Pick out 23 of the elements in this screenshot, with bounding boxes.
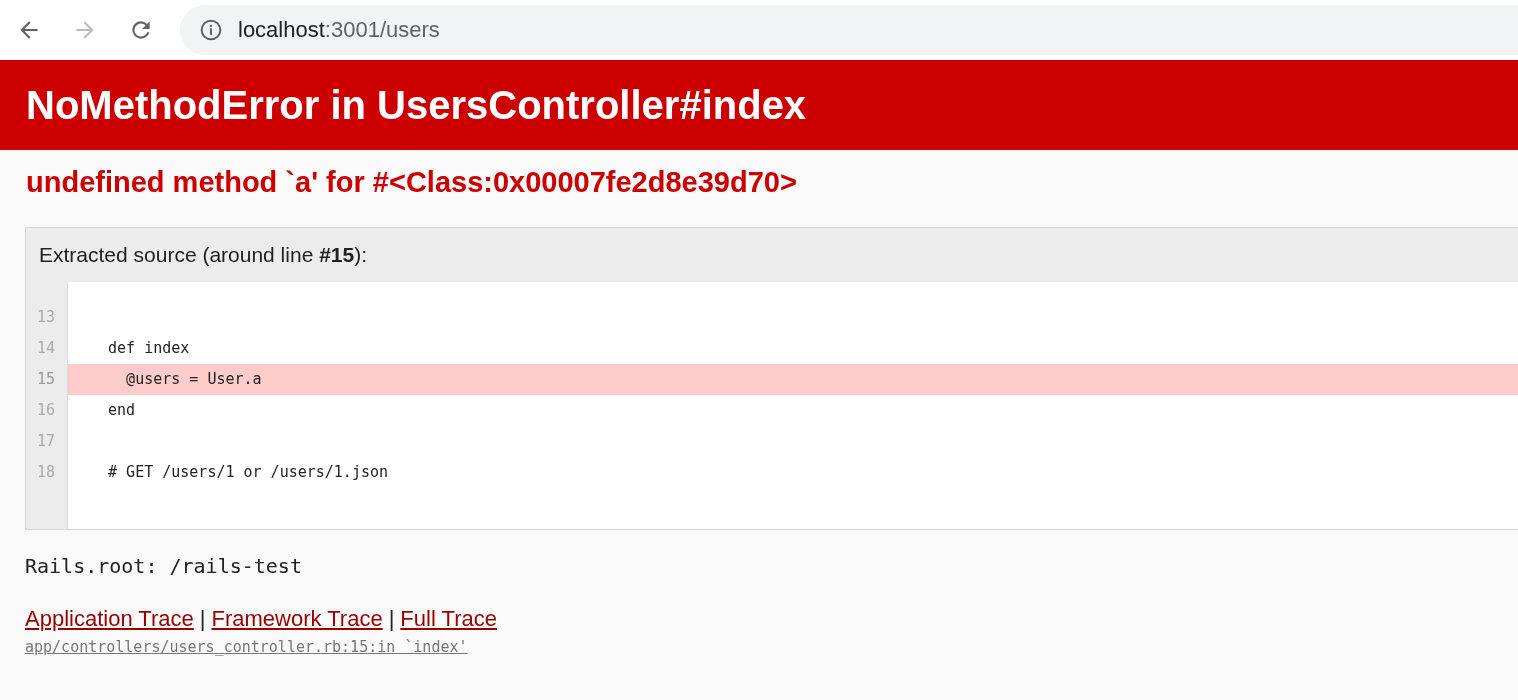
error-title: NoMethodError in UsersController#index <box>26 82 807 128</box>
source-title: Extracted source (around line #15): <box>39 243 368 267</box>
address-bar[interactable]: localhost:3001/users <box>180 5 1518 55</box>
code-line: end <box>107 400 137 421</box>
line-number: 15 <box>35 369 56 390</box>
error-message: undefined method `a' for #<Class:0x00007fe2d8e39d70> <box>25 165 798 200</box>
line-number: 13 <box>35 307 56 328</box>
line-number: 17 <box>35 431 56 452</box>
trace-link[interactable]: Application Trace <box>25 606 194 632</box>
trace-link[interactable]: Full Trace <box>400 606 497 632</box>
separator: | <box>199 606 206 632</box>
url-path: :3001/users <box>324 17 440 43</box>
line-number: 18 <box>35 462 56 483</box>
line-number: 16 <box>35 400 56 421</box>
rails-root: Rails.root: /rails-test <box>25 554 303 578</box>
code-line: def index <box>107 338 191 359</box>
url-host: localhost <box>238 17 325 43</box>
trace-line-link[interactable]: app/controllers/users_controller.rb:15:in `index' <box>25 638 468 656</box>
info-icon <box>200 19 222 41</box>
separator: | <box>388 606 395 632</box>
trace-link[interactable]: Framework Trace <box>211 606 383 632</box>
line-number: 14 <box>35 338 56 359</box>
code-line: # GET /users/1 or /users/1.json <box>107 462 389 483</box>
